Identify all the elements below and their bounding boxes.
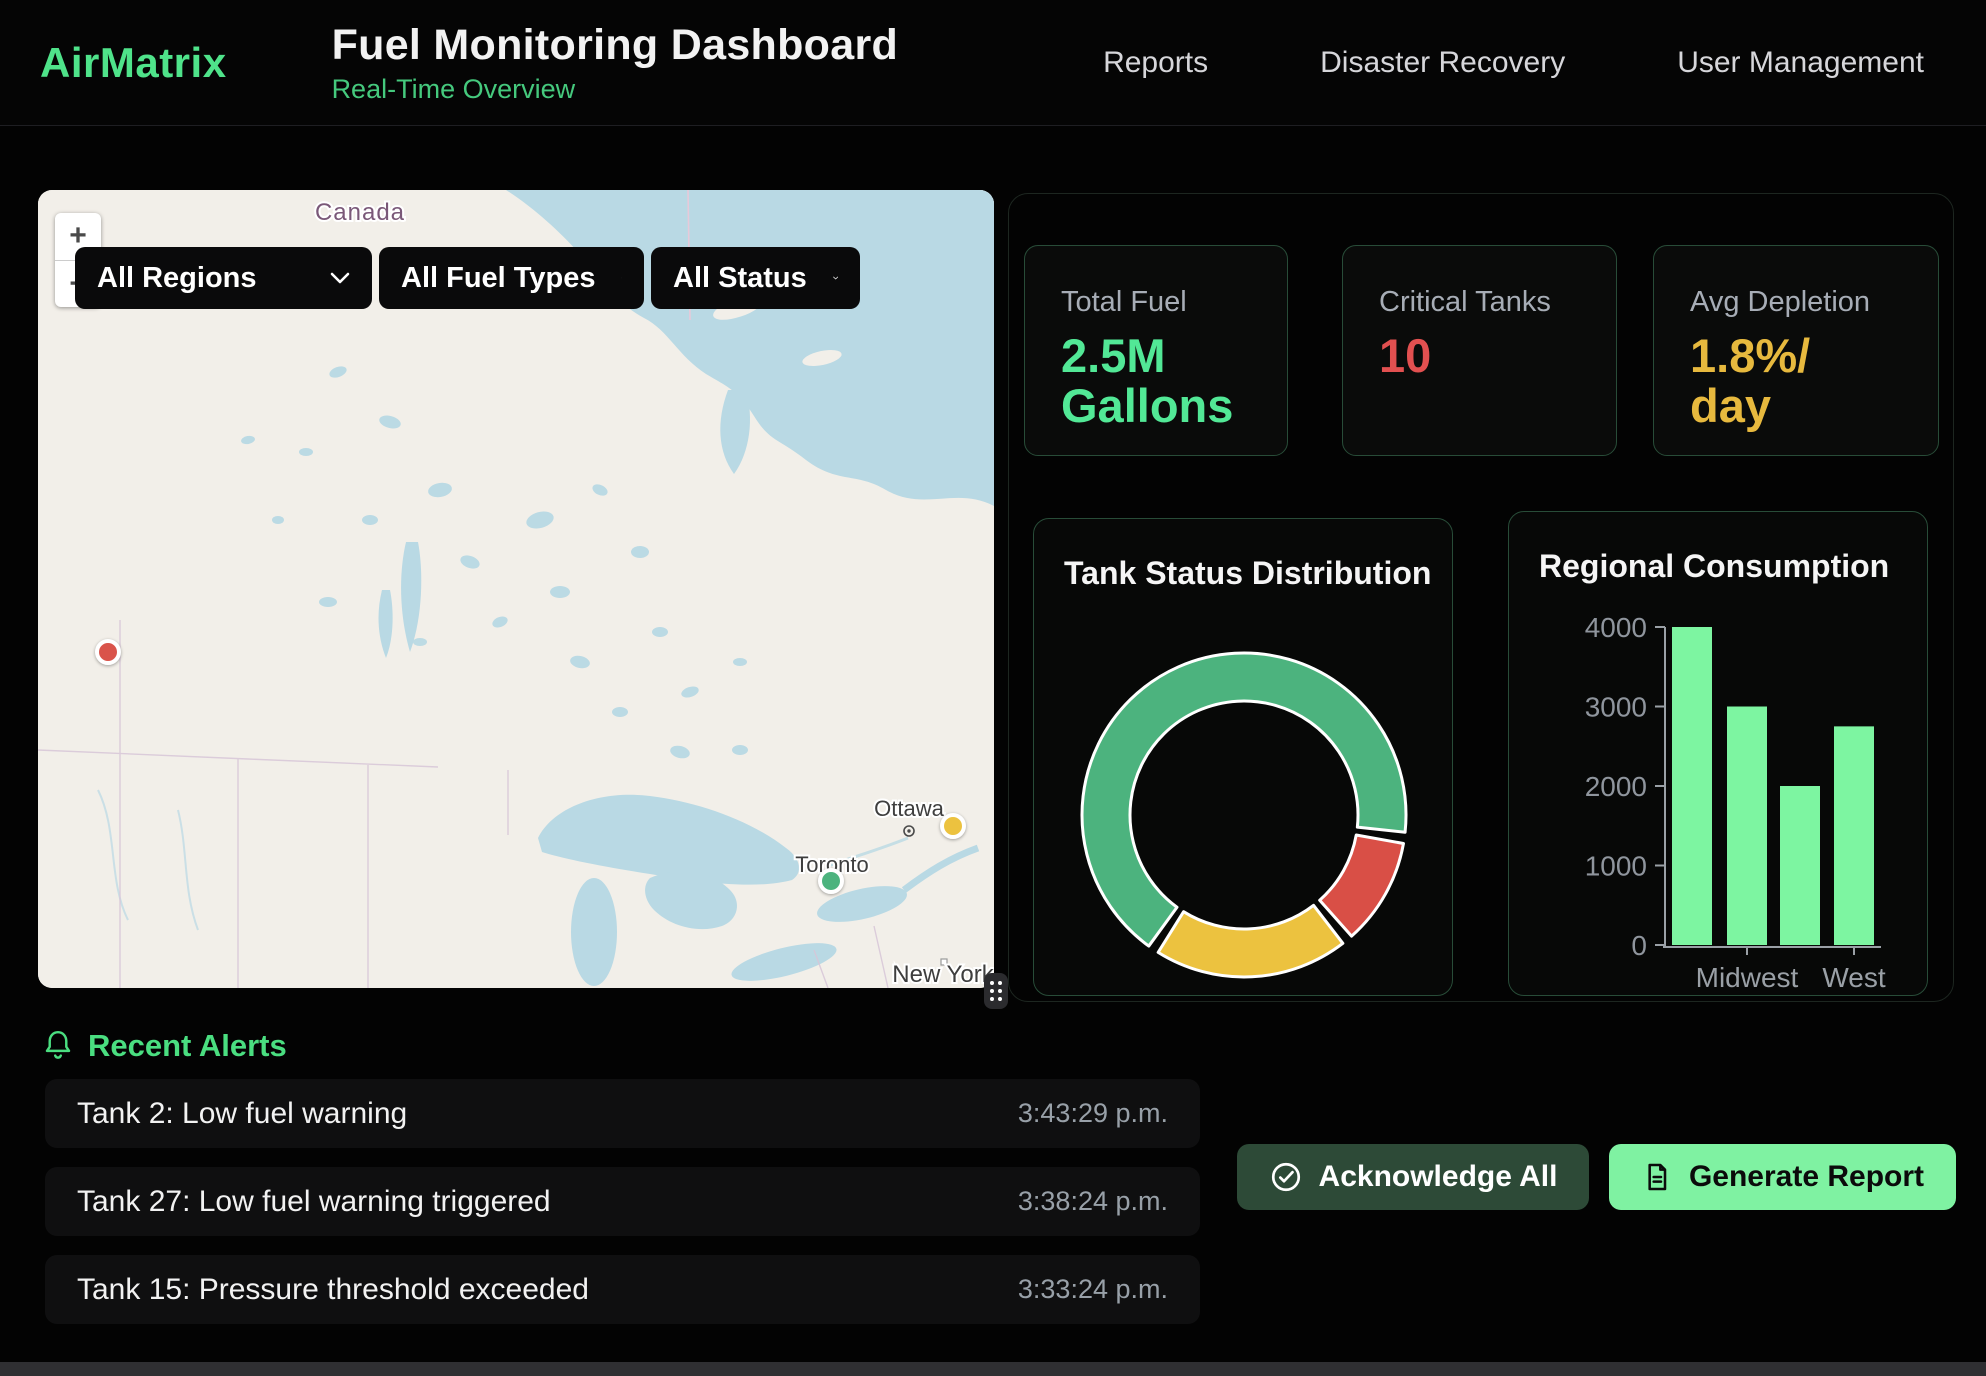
map-label-ottawa: Ottawa	[874, 796, 944, 821]
page-title: Fuel Monitoring Dashboard	[332, 21, 898, 70]
title-block: Fuel Monitoring Dashboard Real-Time Over…	[332, 21, 898, 105]
window-frame-strip	[0, 1362, 1986, 1376]
map-marker-normal[interactable]	[818, 868, 844, 894]
nav-user-management[interactable]: User Management	[1677, 46, 1924, 80]
bar-chart-ytick: 1000	[1585, 851, 1647, 882]
fuel-type-filter-value: All Fuel Types	[401, 262, 595, 295]
generate-report-label: Generate Report	[1689, 1160, 1924, 1194]
stat-card-avg-depletion: Avg Depletion 1.8%/ day	[1653, 245, 1939, 456]
chevron-down-icon	[833, 272, 838, 284]
donut-segment-critical	[1320, 835, 1404, 936]
stat-value: day	[1690, 381, 1938, 431]
overview-panel: Total Fuel 2.5M Gallons Critical Tanks 1…	[1008, 193, 1954, 1002]
bar-2	[1727, 707, 1767, 946]
alerts-header: Recent Alerts	[42, 1028, 287, 1064]
alert-row[interactable]: Tank 15: Pressure threshold exceeded 3:3…	[45, 1255, 1200, 1324]
status-filter-value: All Status	[673, 262, 807, 295]
donut-chart-card: Tank Status Distribution	[1033, 518, 1453, 996]
dashboard-screen: AirMatrix Fuel Monitoring Dashboard Real…	[0, 0, 1986, 1376]
bar-chart-ytick: 4000	[1585, 612, 1647, 643]
map-marker-warning[interactable]	[940, 813, 966, 839]
region-filter-dropdown[interactable]: All Regions	[75, 247, 372, 309]
page-subtitle: Real-Time Overview	[332, 74, 898, 105]
alerts-title: Recent Alerts	[88, 1028, 287, 1064]
bar-chart-ytick: 0	[1631, 930, 1647, 961]
generate-report-button[interactable]: Generate Report	[1609, 1144, 1956, 1210]
alert-text: Tank 27: Low fuel warning triggered	[77, 1185, 551, 1219]
alert-row[interactable]: Tank 27: Low fuel warning triggered 3:38…	[45, 1167, 1200, 1236]
bar-chart-xtick: Midwest	[1696, 962, 1799, 993]
main-nav: Reports Disaster Recovery User Managemen…	[1103, 46, 1924, 80]
bar-3	[1780, 786, 1820, 945]
region-filter-value: All Regions	[97, 262, 257, 295]
alert-time: 3:33:24 p.m.	[1018, 1274, 1168, 1305]
stat-card-critical-tanks: Critical Tanks 10	[1342, 245, 1617, 456]
nav-reports[interactable]: Reports	[1103, 46, 1208, 80]
alert-time: 3:38:24 p.m.	[1018, 1186, 1168, 1217]
alert-text: Tank 15: Pressure threshold exceeded	[77, 1273, 589, 1307]
map-resize-handle[interactable]	[984, 973, 1008, 1009]
stat-label: Critical Tanks	[1379, 286, 1616, 319]
map-panel[interactable]: Canada Ottawa Toronto New York + − All R…	[38, 190, 994, 988]
alert-text: Tank 2: Low fuel warning	[77, 1097, 407, 1131]
donut-segment-warning	[1158, 905, 1343, 977]
map-marker-critical[interactable]	[95, 639, 121, 665]
check-circle-icon	[1269, 1160, 1303, 1194]
stat-label: Total Fuel	[1061, 286, 1287, 319]
stat-value: 2.5M	[1061, 331, 1287, 381]
bar-1	[1672, 627, 1712, 945]
map-label-country: Canada	[315, 199, 405, 226]
status-filter-dropdown[interactable]: All Status	[651, 247, 860, 309]
nav-disaster-recovery[interactable]: Disaster Recovery	[1320, 46, 1565, 80]
map-label-new-york: New York	[892, 961, 994, 988]
bar-chart-card: Regional Consumption 01000200030004000Mi…	[1508, 511, 1928, 996]
chevron-down-icon	[621, 272, 622, 284]
header: AirMatrix Fuel Monitoring Dashboard Real…	[0, 0, 1986, 126]
acknowledge-all-button[interactable]: Acknowledge All	[1237, 1144, 1589, 1210]
stat-label: Avg Depletion	[1690, 286, 1938, 319]
bar-chart-ytick: 3000	[1585, 692, 1647, 723]
fuel-type-filter-dropdown[interactable]: All Fuel Types	[379, 247, 644, 309]
acknowledge-all-label: Acknowledge All	[1319, 1160, 1558, 1194]
stat-value: Gallons	[1061, 381, 1287, 431]
map-filter-bar: All Regions All Fuel Types All Status	[75, 247, 860, 309]
chevron-down-icon	[330, 272, 350, 284]
app-logo: AirMatrix	[40, 39, 227, 87]
stat-value: 1.8%/	[1690, 331, 1938, 381]
bar-chart-xtick: West	[1822, 962, 1885, 993]
alert-row[interactable]: Tank 2: Low fuel warning 3:43:29 p.m.	[45, 1079, 1200, 1148]
tank-status-donut-chart	[1034, 519, 1452, 995]
regional-consumption-bar-chart: 0 1000 2000 3000 4000 Midwest West	[1509, 512, 1927, 995]
bar-chart-ytick: 2000	[1585, 771, 1647, 802]
stat-card-total-fuel: Total Fuel 2.5M Gallons	[1024, 245, 1288, 456]
bell-icon	[42, 1029, 74, 1063]
stat-value: 10	[1379, 331, 1616, 381]
map-canvas: Canada Ottawa Toronto New York	[38, 190, 994, 988]
report-document-icon	[1641, 1160, 1673, 1194]
alert-time: 3:43:29 p.m.	[1018, 1098, 1168, 1129]
bar-4	[1834, 726, 1874, 945]
